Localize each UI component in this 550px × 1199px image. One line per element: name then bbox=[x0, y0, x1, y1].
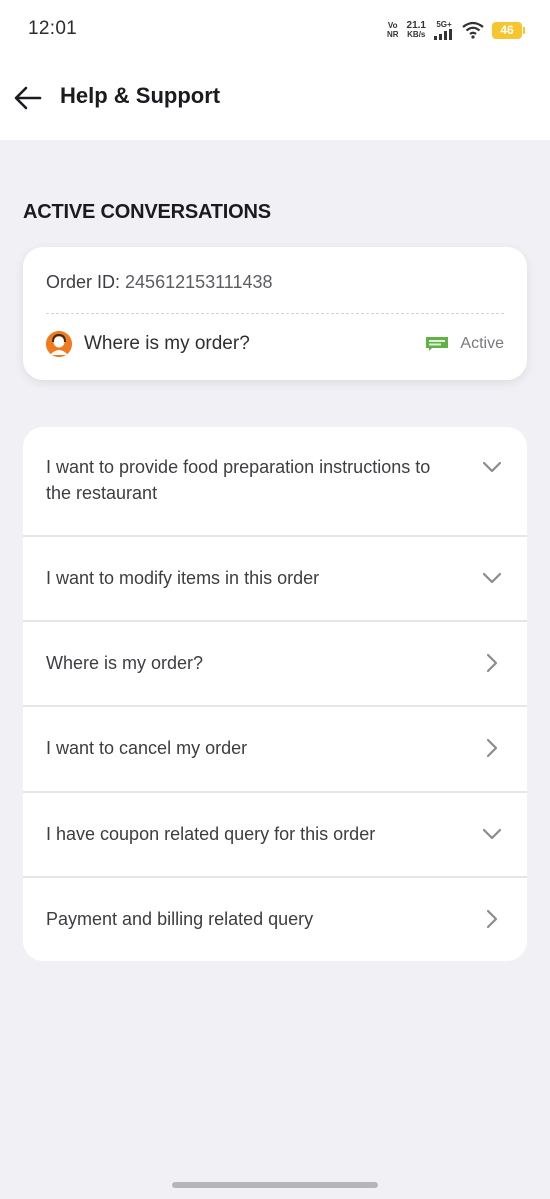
app-header: Help & Support bbox=[0, 60, 550, 140]
chevron-down-icon bbox=[482, 572, 502, 584]
help-item-label: Payment and billing related query bbox=[46, 909, 314, 929]
help-item-coupon-query[interactable]: I have coupon related query for this ord… bbox=[23, 793, 527, 878]
help-item-label: Where is my order? bbox=[46, 653, 204, 673]
wifi-icon bbox=[462, 21, 484, 39]
help-item-where-is-order[interactable]: Where is my order? bbox=[23, 622, 527, 707]
help-item-label: I have coupon related query for this ord… bbox=[46, 824, 376, 844]
chevron-right-icon bbox=[486, 738, 498, 758]
page-title: Help & Support bbox=[60, 83, 221, 108]
arrow-left-icon bbox=[14, 86, 42, 110]
order-id-row: Order ID: 245612153111438 bbox=[46, 272, 273, 293]
chevron-right-icon bbox=[486, 653, 498, 673]
chevron-down-icon bbox=[482, 461, 502, 473]
home-indicator[interactable] bbox=[172, 1182, 378, 1188]
dashed-divider bbox=[46, 313, 504, 314]
back-button[interactable] bbox=[12, 82, 44, 114]
section-title: ACTIVE CONVERSATIONS bbox=[23, 201, 271, 223]
help-item-label: I want to cancel my order bbox=[46, 738, 248, 758]
chevron-down-icon bbox=[482, 828, 502, 840]
status-time: 12:01 bbox=[28, 18, 78, 39]
chevron-right-icon bbox=[486, 909, 498, 929]
signal-icon: 5G+ bbox=[434, 20, 454, 40]
status-bar: 12:01 Vo NR 21.1 KB/s 5G+ 46 bbox=[0, 0, 550, 60]
status-icons: Vo NR 21.1 KB/s 5G+ 46 bbox=[386, 18, 525, 42]
signal-bars-icon bbox=[434, 29, 452, 40]
active-conversation-card[interactable]: Order ID: 245612153111438 Where is my or… bbox=[23, 247, 527, 380]
chat-bubble-icon bbox=[426, 337, 449, 351]
support-avatar-icon bbox=[46, 331, 72, 357]
conversation-status: Active bbox=[426, 335, 504, 353]
volte-indicator: Vo NR bbox=[386, 21, 399, 39]
help-item-modify-items[interactable]: I want to modify items in this order bbox=[23, 537, 527, 622]
help-item-food-instructions[interactable]: I want to provide food preparation instr… bbox=[23, 427, 527, 537]
conversation-row[interactable]: Where is my order? Active bbox=[46, 329, 504, 359]
status-label: Active bbox=[460, 335, 504, 352]
order-id-label: Order ID: bbox=[46, 272, 121, 292]
help-item-payment-billing[interactable]: Payment and billing related query bbox=[23, 878, 527, 961]
help-item-label: I want to modify items in this order bbox=[46, 568, 320, 588]
conversation-topic: Where is my order? bbox=[84, 333, 250, 354]
help-topics-list: I want to provide food preparation instr… bbox=[23, 427, 527, 961]
order-id-value: 245612153111438 bbox=[125, 272, 273, 292]
network-speed: 21.1 KB/s bbox=[406, 20, 426, 40]
help-item-label: I want to provide food preparation instr… bbox=[46, 457, 431, 503]
battery-icon: 46 bbox=[492, 21, 525, 39]
help-item-cancel-order[interactable]: I want to cancel my order bbox=[23, 707, 527, 793]
